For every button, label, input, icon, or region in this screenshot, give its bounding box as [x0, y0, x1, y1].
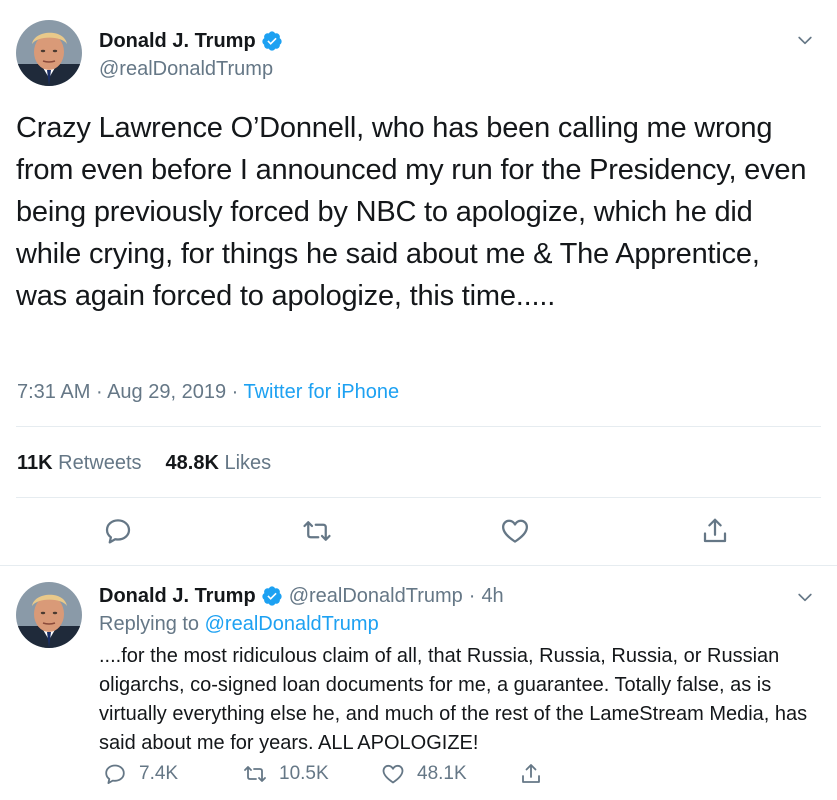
retweet-button[interactable]: 10.5K [243, 762, 329, 786]
tweet-time[interactable]: 7:31 AM [17, 381, 90, 403]
reply-tweet[interactable]: Donald J. Trump @realDonaldTrump · 4h Re… [0, 567, 837, 800]
like-button[interactable]: 48.1K [381, 762, 467, 786]
reply-count: 7.4K [139, 763, 179, 784]
replying-prefix: Replying to [99, 613, 200, 635]
likes-label: Likes [224, 452, 272, 474]
like-icon[interactable] [500, 516, 530, 546]
retweets-count: 11K [17, 452, 53, 474]
retweet-icon[interactable] [302, 516, 332, 546]
author-handle[interactable]: @realDonaldTrump [99, 57, 273, 81]
reply-author-name[interactable]: Donald J. Trump [99, 584, 256, 608]
reply-author-handle[interactable]: @realDonaldTrump [289, 584, 463, 608]
likes-count: 48.8K [165, 452, 219, 474]
reply-icon [103, 762, 127, 786]
retweet-icon [243, 762, 267, 786]
reply-header: Donald J. Trump @realDonaldTrump · 4h [99, 584, 504, 608]
chevron-down-icon[interactable] [795, 30, 815, 50]
verified-badge-icon [261, 30, 283, 52]
tweet-date[interactable]: Aug 29, 2019 [107, 381, 226, 403]
chevron-down-icon[interactable] [795, 587, 815, 607]
replying-to-link[interactable]: @realDonaldTrump [205, 613, 379, 635]
meta-separator: · [231, 381, 244, 403]
tweet-stats: 11K Retweets 48.8K Likes [17, 451, 295, 475]
retweet-count: 10.5K [279, 763, 329, 784]
share-icon[interactable] [700, 516, 730, 546]
header-separator: · [468, 585, 476, 607]
replying-to: Replying to @realDonaldTrump [99, 612, 379, 636]
meta-separator: · [95, 381, 108, 403]
share-button[interactable] [519, 762, 555, 786]
avatar[interactable] [16, 582, 82, 648]
avatar[interactable] [16, 20, 82, 86]
likes-stat[interactable]: 48.8K Likes [166, 452, 272, 474]
like-icon [381, 762, 405, 786]
retweets-stat[interactable]: 11K Retweets [17, 452, 142, 474]
main-tweet: Donald J. Trump @realDonaldTrump Crazy L… [0, 0, 837, 566]
divider [16, 426, 821, 427]
tweet-meta: 7:31 AM · Aug 29, 2019 · Twitter for iPh… [17, 380, 399, 404]
verified-badge-icon [261, 585, 283, 607]
like-count: 48.1K [417, 763, 467, 784]
tweet-text: Crazy Lawrence O’Donnell, who has been c… [16, 112, 807, 312]
reply-text: ....for the most ridiculous claim of all… [99, 645, 808, 754]
tweet-source-link[interactable]: Twitter for iPhone [244, 381, 400, 403]
divider [16, 497, 821, 498]
author-name[interactable]: Donald J. Trump [99, 29, 283, 53]
retweets-label: Retweets [58, 452, 142, 474]
reply-time[interactable]: 4h [481, 584, 503, 608]
author-name-text[interactable]: Donald J. Trump [99, 29, 256, 53]
reply-button[interactable]: 7.4K [103, 762, 178, 786]
share-icon [519, 762, 543, 786]
reply-icon[interactable] [103, 516, 133, 546]
